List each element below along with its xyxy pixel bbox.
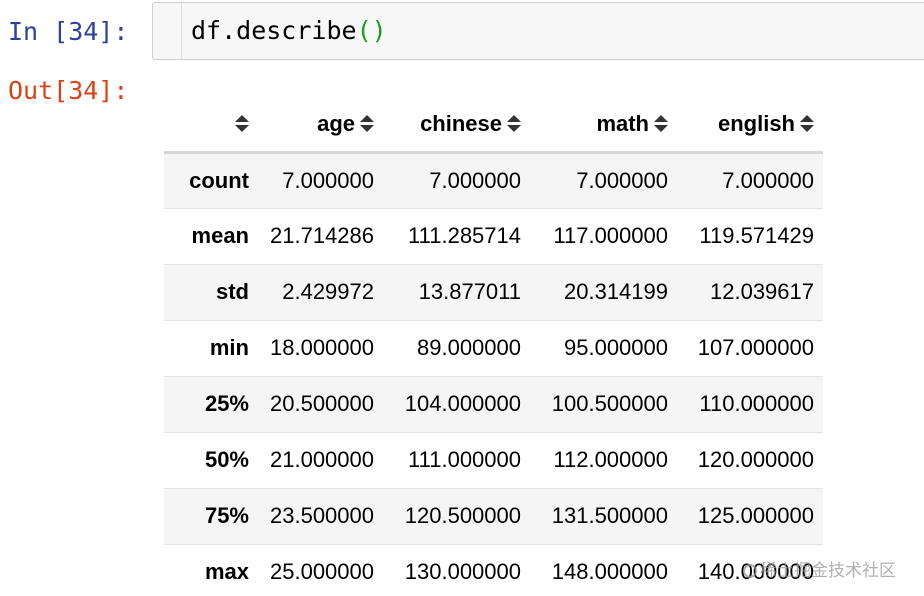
table-cell: 111.000000 <box>408 447 521 472</box>
input-gutter <box>181 3 182 59</box>
table-cell: 20.500000 <box>270 391 374 416</box>
table-row: 25% 20.500000 104.000000 100.500000 110.… <box>164 376 823 432</box>
table-row: 75% 23.500000 120.500000 131.500000 125.… <box>164 488 823 544</box>
table-cell: 119.571429 <box>699 223 814 248</box>
code-function: df.describe <box>191 16 357 45</box>
sort-icon[interactable] <box>507 115 521 133</box>
row-label: mean <box>191 223 249 248</box>
row-label: std <box>216 279 249 304</box>
sort-icon[interactable] <box>360 115 374 133</box>
table-cell: 7.000000 <box>722 167 814 193</box>
table-cell: 7.000000 <box>282 167 374 193</box>
table-cell: 107.000000 <box>697 335 814 360</box>
output-prompt: Out[34]: <box>8 76 129 105</box>
table-cell: 21.714286 <box>270 223 374 248</box>
table-row: 50% 21.000000 111.000000 112.000000 120.… <box>164 432 823 488</box>
table-cell: 110.000000 <box>699 391 814 416</box>
table-cell: 25.000000 <box>270 559 374 584</box>
table-cell: 148.000000 <box>551 559 668 584</box>
header-index[interactable] <box>164 98 258 152</box>
table-cell: 112.000000 <box>553 447 668 472</box>
table-cell: 21.000000 <box>270 447 374 472</box>
table-cell: 120.000000 <box>697 447 814 472</box>
header-label: english <box>717 111 795 137</box>
row-label: 50% <box>204 447 249 472</box>
header-label: chinese <box>420 111 502 137</box>
row-label: count <box>189 167 249 193</box>
header-age[interactable]: age <box>258 98 383 152</box>
table-cell: 23.500000 <box>270 503 374 528</box>
table-cell: 89.000000 <box>417 335 521 360</box>
header-label: math <box>596 111 649 137</box>
table-row: mean 21.714286 111.285714 117.000000 119… <box>164 208 823 264</box>
row-label: 75% <box>204 503 249 528</box>
table-cell: 12.039617 <box>710 279 814 304</box>
table-cell: 111.285714 <box>408 223 521 248</box>
sort-icon[interactable] <box>800 115 814 133</box>
table-row: std 2.429972 13.877011 20.314199 12.0396… <box>164 264 823 320</box>
row-label: min <box>209 335 249 360</box>
code-input-cell[interactable]: df.describe() <box>152 2 924 60</box>
table-cell: 130.000000 <box>404 559 521 584</box>
row-label: max <box>204 559 249 584</box>
table-row: max 25.000000 130.000000 148.000000 140.… <box>164 544 823 596</box>
table-cell: 7.000000 <box>429 167 521 193</box>
table-cell: 120.500000 <box>404 503 521 528</box>
table-cell: 117.000000 <box>553 223 668 248</box>
input-prompt: In [34]: <box>8 17 129 46</box>
table-cell: 95.000000 <box>564 335 668 360</box>
code-parens: () <box>356 16 387 45</box>
table-row: min 18.000000 89.000000 95.000000 107.00… <box>164 320 823 376</box>
juejin-logo-icon <box>743 564 757 578</box>
describe-table: age chinese math english count 7.000000 … <box>164 98 823 596</box>
header-english[interactable]: english <box>677 98 823 152</box>
header-math[interactable]: math <box>530 98 677 152</box>
sort-icon[interactable] <box>654 115 668 133</box>
table-cell: 100.500000 <box>551 391 668 416</box>
table-cell: 20.314199 <box>564 279 668 304</box>
table-cell: 18.000000 <box>270 335 374 360</box>
table-row: count 7.000000 7.000000 7.000000 7.00000… <box>164 152 823 208</box>
table-cell: 131.500000 <box>551 503 668 528</box>
table-cell: 7.000000 <box>576 167 668 193</box>
table-cell: 13.877011 <box>418 279 521 304</box>
sort-icon[interactable] <box>235 115 249 133</box>
watermark: 稀土掘金技术社区 <box>743 556 896 581</box>
table-cell: 104.000000 <box>404 391 521 416</box>
row-label: 25% <box>204 391 249 416</box>
table-header-row: age chinese math english <box>164 98 823 152</box>
table-cell: 125.000000 <box>697 503 814 528</box>
header-chinese[interactable]: chinese <box>383 98 530 152</box>
table-cell: 2.429972 <box>282 279 374 304</box>
watermark-text: 稀土掘金技术社区 <box>760 561 896 581</box>
header-label: age <box>317 111 355 137</box>
code-text[interactable]: df.describe() <box>191 16 387 46</box>
